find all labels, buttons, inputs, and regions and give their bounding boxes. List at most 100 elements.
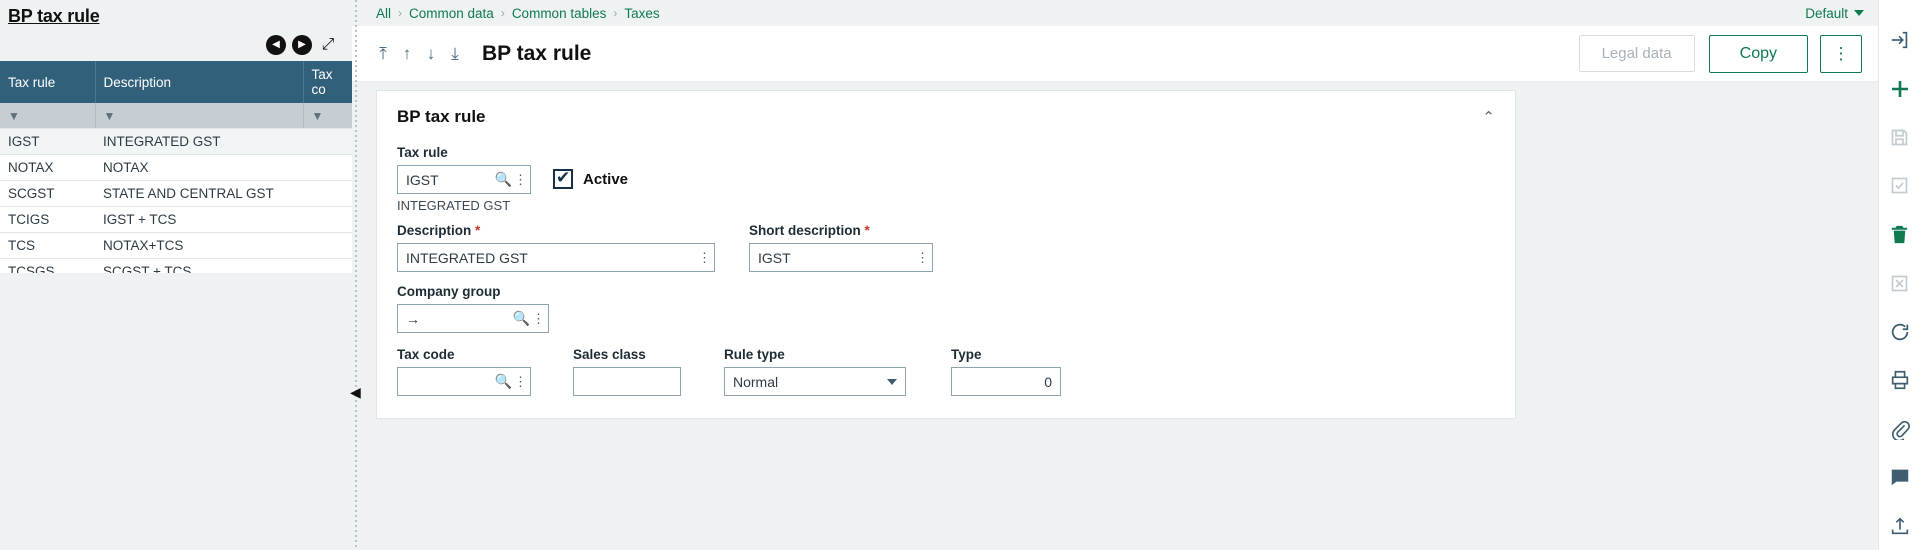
column-header-tax-code[interactable]: Tax co (303, 61, 353, 103)
column-header-description[interactable]: Description (95, 61, 304, 103)
print-icon[interactable] (1879, 356, 1920, 405)
breadcrumb-item-common-data[interactable]: Common data (409, 6, 494, 21)
tax-code-input[interactable]: 🔍 ⋮ (397, 367, 531, 396)
go-to-previous-record-icon[interactable]: ↑ (400, 45, 414, 62)
description-row: Description * INTEGRATED GST ⋮ Short des… (397, 223, 1495, 272)
cell-tax-rule: SCGST (0, 180, 95, 207)
breadcrumb-item-common-tables[interactable]: Common tables (512, 6, 607, 21)
magnifier-search-icon[interactable]: 🔍 (495, 171, 512, 188)
cell-tax-rule: TCIGS (0, 206, 95, 233)
funnel-filter-icon[interactable]: ▼ (312, 109, 324, 123)
filter-cell-tax-rule[interactable]: ▼ (0, 103, 96, 129)
company-group-group: Company group → 🔍 ⋮ (397, 284, 1495, 333)
required-marker: * (864, 223, 870, 238)
vertical-ellipsis-icon[interactable]: ⋮ (514, 173, 527, 186)
attach-icon[interactable] (1879, 404, 1920, 453)
active-checkbox[interactable] (553, 168, 573, 189)
cancel-icon[interactable] (1879, 259, 1920, 308)
chevron-down-icon[interactable] (887, 378, 897, 385)
magnifier-search-icon[interactable]: 🔍 (513, 310, 530, 327)
app-root: BP tax rule ◀ ▶ ⤢ Tax rule Description T… (0, 0, 1920, 550)
sales-class-input[interactable] (573, 367, 681, 396)
panel-splitter[interactable] (352, 0, 361, 550)
chevron-up-icon[interactable]: ⌃ (1482, 108, 1495, 126)
funnel-filter-icon[interactable]: ▼ (104, 109, 116, 123)
cell-description: INTEGRATED GST (95, 128, 303, 155)
circle-left-arrow-icon[interactable]: ◀ (266, 35, 286, 55)
breadcrumb-item-taxes[interactable]: Taxes (624, 6, 659, 21)
tax-rule-input[interactable]: IGST 🔍 ⋮ (397, 165, 531, 194)
short-description-input[interactable]: IGST ⋮ (749, 243, 933, 272)
table-row[interactable]: TCIGS IGST + TCS (0, 206, 352, 233)
right-action-rail (1878, 0, 1920, 550)
go-to-next-record-icon[interactable]: ↓ (424, 45, 438, 62)
table-row[interactable]: TCS NOTAX+TCS (0, 232, 352, 259)
cell-tax-rule: NOTAX (0, 154, 95, 181)
go-to-first-record-icon[interactable]: ⤒ (376, 45, 390, 62)
breadcrumb-separator-icon: › (613, 6, 618, 20)
page-toolbar: ⤒ ↑ ↓ ⤓ BP tax rule Legal data Copy ⋮ (352, 26, 1878, 82)
description-value: INTEGRATED GST (406, 249, 528, 266)
sales-class-label: Sales class (573, 347, 646, 362)
description-input[interactable]: INTEGRATED GST ⋮ (397, 243, 715, 272)
save-icon[interactable] (1879, 113, 1920, 162)
funnel-filter-icon[interactable]: ▼ (8, 109, 20, 123)
comment-icon[interactable] (1879, 453, 1920, 502)
filter-cell-tax-code[interactable]: ▼ (303, 103, 353, 129)
table-filter-row: ▼ ▼ ▼ (0, 103, 353, 129)
tax-rule-value: IGST (406, 171, 439, 188)
cell-description: STATE AND CENTRAL GST (95, 180, 303, 207)
export-icon[interactable] (1879, 501, 1920, 550)
go-to-last-record-icon[interactable]: ⤓ (448, 45, 462, 62)
tax-code-label: Tax code (397, 347, 455, 362)
filter-cell-description[interactable]: ▼ (95, 103, 304, 129)
company-group-input[interactable]: → 🔍 ⋮ (397, 304, 549, 333)
cell-tax-code (303, 206, 352, 233)
column-header-tax-rule[interactable]: Tax rule (0, 61, 96, 103)
legal-data-button[interactable]: Legal data (1578, 35, 1695, 72)
default-view-label[interactable]: Default (1805, 6, 1848, 21)
table-body: ▼ ▼ ▼ IGST INTEGRATED GST NOTAX NOTAX SC… (0, 103, 353, 285)
cell-description: NOTAX (95, 154, 303, 181)
table-row[interactable]: SCGST STATE AND CENTRAL GST (0, 180, 352, 207)
logout-icon[interactable] (1879, 16, 1920, 65)
short-description-label: Short description * (749, 223, 933, 238)
magnifier-search-icon[interactable]: 🔍 (495, 373, 512, 390)
vertical-ellipsis-icon[interactable]: ⋮ (1820, 34, 1862, 73)
vertical-ellipsis-icon[interactable]: ⋮ (916, 251, 929, 264)
rule-type-select[interactable]: Normal (724, 367, 906, 396)
tax-rule-label: Tax rule (397, 145, 448, 160)
main-area: All › Common data › Common tables › Taxe… (352, 0, 1878, 550)
expand-diagonal-icon[interactable]: ⤢ (318, 35, 338, 55)
left-panel-empty-area (0, 273, 352, 550)
tax-rule-list-table: Tax rule Description Tax co ▼ ▼ ▼ IGST I… (0, 61, 353, 285)
vertical-ellipsis-icon[interactable]: ⋮ (532, 312, 545, 325)
chevron-down-icon[interactable] (1854, 10, 1864, 16)
table-row[interactable]: NOTAX NOTAX (0, 154, 352, 181)
vertical-ellipsis-icon[interactable]: ⋮ (514, 375, 527, 388)
record-navigation-group: ⤒ ↑ ↓ ⤓ (376, 45, 462, 62)
table-row[interactable]: IGST INTEGRATED GST (0, 128, 352, 155)
description-label: Description * (397, 223, 715, 238)
cell-tax-code (303, 232, 352, 259)
active-checkbox-group: Active (553, 168, 628, 189)
collapse-left-arrow-icon[interactable]: ◀ (350, 382, 362, 402)
table-header-row: Tax rule Description Tax co (0, 61, 353, 103)
circle-right-arrow-icon[interactable]: ▶ (292, 35, 312, 55)
form-content-area: BP tax rule ⌃ Tax rule IGST 🔍 ⋮ ✔ Active… (352, 82, 1878, 550)
vertical-ellipsis-icon[interactable]: ⋮ (698, 251, 711, 264)
bottom-fields-row: Tax code 🔍 ⋮ Sales class Rule type Norma… (397, 347, 1495, 396)
add-icon[interactable] (1879, 65, 1920, 114)
cell-tax-code (303, 128, 352, 155)
tax-rule-group: Tax rule IGST 🔍 ⋮ (397, 145, 531, 194)
breadcrumb-item-all[interactable]: All (376, 6, 391, 21)
rule-type-group: Rule type Normal (724, 347, 906, 396)
refresh-icon[interactable] (1879, 307, 1920, 356)
type-input[interactable]: 0 (951, 367, 1061, 396)
cell-description: IGST + TCS (95, 206, 303, 233)
delete-icon[interactable] (1879, 210, 1920, 259)
validate-icon[interactable] (1879, 162, 1920, 211)
copy-button[interactable]: Copy (1708, 34, 1808, 73)
left-panel-nav-icons: ◀ ▶ ⤢ (0, 27, 352, 61)
cell-tax-code (303, 154, 352, 181)
